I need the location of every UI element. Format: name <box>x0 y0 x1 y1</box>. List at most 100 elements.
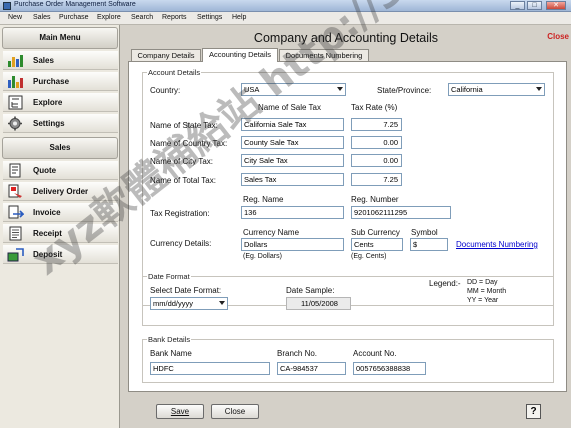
help-icon[interactable]: ? <box>526 404 541 419</box>
chevron-down-icon <box>219 301 225 305</box>
tab-accounting-details[interactable]: Accounting Details <box>202 48 278 62</box>
city-tax-rate-field[interactable]: 0.00 <box>351 154 402 167</box>
sidebar-item-deposit[interactable]: Deposit <box>3 245 118 264</box>
city-tax-name-field[interactable]: City Sale Tax <box>241 154 344 167</box>
sidebar-item-label: Explore <box>33 98 63 107</box>
country-label: Country: <box>150 86 181 95</box>
menu-purchase[interactable]: Purchase <box>59 14 89 21</box>
date-format-label: Date Format <box>147 272 191 281</box>
currency-details-label: Currency Details: <box>150 239 212 248</box>
sidebar-item-purchase[interactable]: Purchase <box>3 72 118 91</box>
state-tax-rate-field[interactable]: 7.25 <box>351 118 402 131</box>
save-button-label: Save <box>170 407 190 416</box>
state-tax-label: Name of State Tax: <box>150 121 218 130</box>
state-select[interactable]: California <box>448 83 545 96</box>
legend-day: DD = Day <box>467 279 498 286</box>
chart-icon <box>8 76 23 88</box>
window-title: Purchase Order Management Software <box>14 1 136 8</box>
country-tax-label: Name of Country Tax: <box>150 139 228 148</box>
tab-panel: Account Details Country: USA State/Provi… <box>128 61 567 392</box>
minimize-button[interactable]: _ <box>510 1 525 10</box>
maximize-button[interactable]: □ <box>527 1 542 10</box>
currency-example-hint: (Eg. Dollars) <box>243 253 282 260</box>
sidebar-item-label: Settings <box>33 119 65 128</box>
date-format-select[interactable]: mm/dd/yyyy <box>150 297 228 310</box>
chevron-down-icon <box>337 87 343 91</box>
bank-details-label: Bank Details <box>147 335 192 344</box>
menu-settings[interactable]: Settings <box>197 14 222 21</box>
close-link[interactable]: Close <box>547 32 569 41</box>
menu-new[interactable]: New <box>8 14 22 21</box>
sidebar-item-delivery-order[interactable]: Delivery Order <box>3 182 118 201</box>
country-value: USA <box>244 85 260 94</box>
total-tax-name-field[interactable]: Sales Tax <box>241 173 344 186</box>
main-menu-header[interactable]: Main Menu <box>2 27 118 49</box>
sidebar: Main Menu Sales Purchase Explore Setting… <box>0 25 120 428</box>
sales-section-header[interactable]: Sales <box>2 137 118 159</box>
sale-tax-name-header: Name of Sale Tax <box>258 103 321 112</box>
date-sample-label: Date Sample: <box>286 286 335 295</box>
symbol-field[interactable]: $ <box>410 238 448 251</box>
save-button[interactable]: Save <box>156 404 204 419</box>
sidebar-item-label: Receipt <box>33 229 62 238</box>
deposit-icon <box>7 248 24 262</box>
branch-no-header: Branch No. <box>277 349 318 358</box>
sidebar-item-invoice[interactable]: Invoice <box>3 203 118 222</box>
date-sample-field: 11/05/2008 <box>286 297 351 310</box>
account-no-header: Account No. <box>353 349 397 358</box>
close-button[interactable]: Close <box>211 404 259 419</box>
menu-search[interactable]: Search <box>131 14 153 21</box>
document-icon <box>9 163 21 178</box>
sidebar-item-label: Deposit <box>33 250 63 259</box>
menu-explore[interactable]: Explore <box>97 14 121 21</box>
bank-name-field[interactable]: HDFC <box>150 362 270 375</box>
chart-icon <box>8 55 23 67</box>
state-tax-name-field[interactable]: California Sale Tax <box>241 118 344 131</box>
sidebar-item-explore[interactable]: Explore <box>3 93 118 112</box>
documents-numbering-link[interactable]: Documents Numbering <box>456 240 538 249</box>
main-panel: Company and Accounting Details Close Com… <box>121 25 571 428</box>
chevron-down-icon <box>536 87 542 91</box>
sub-currency-field[interactable]: Cents <box>351 238 403 251</box>
window-close-button[interactable]: ✕ <box>546 1 566 10</box>
currency-name-field[interactable]: Dollars <box>241 238 344 251</box>
total-tax-rate-field[interactable]: 7.25 <box>351 173 402 186</box>
tax-rate-header: Tax Rate (%) <box>351 103 398 112</box>
symbol-header: Symbol <box>411 228 438 237</box>
bank-name-header: Bank Name <box>150 349 192 358</box>
sidebar-item-label: Quote <box>33 166 57 175</box>
account-details-label: Account Details <box>147 68 202 77</box>
currency-name-header: Currency Name <box>243 228 300 237</box>
sub-currency-example-hint: (Eg. Cents) <box>351 253 387 260</box>
delivery-icon <box>8 184 22 198</box>
branch-no-field[interactable]: CA-984537 <box>277 362 346 375</box>
country-tax-name-field[interactable]: County Sale Tax <box>241 136 344 149</box>
sub-currency-header: Sub Currency <box>351 228 400 237</box>
state-value: California <box>451 85 483 94</box>
sidebar-item-label: Sales <box>33 56 54 65</box>
legend-year: YY = Year <box>467 297 499 304</box>
country-tax-rate-field[interactable]: 0.00 <box>351 136 402 149</box>
sidebar-item-receipt[interactable]: Receipt <box>3 224 118 243</box>
menu-sales[interactable]: Sales <box>33 14 51 21</box>
reg-name-header: Reg. Name <box>243 195 284 204</box>
sidebar-item-sales[interactable]: Sales <box>3 51 118 70</box>
sidebar-item-quote[interactable]: Quote <box>3 161 118 180</box>
reg-number-field[interactable]: 9201062111295 <box>351 206 451 219</box>
sidebar-item-settings[interactable]: Settings <box>3 114 118 133</box>
country-select[interactable]: USA <box>241 83 346 96</box>
select-date-format-label: Select Date Format: <box>150 286 222 295</box>
sidebar-item-label: Purchase <box>33 77 70 86</box>
account-no-field[interactable]: 0057656388838 <box>353 362 426 375</box>
menu-reports[interactable]: Reports <box>162 14 187 21</box>
menu-help[interactable]: Help <box>232 14 246 21</box>
account-details-group <box>142 72 554 306</box>
tree-icon <box>8 95 23 110</box>
city-tax-label: Name of City Tax: <box>150 157 213 166</box>
gear-icon <box>8 116 22 131</box>
legend-label: Legend:- <box>429 279 461 288</box>
app-icon <box>3 2 11 10</box>
reg-name-field[interactable]: 136 <box>241 206 344 219</box>
legend-month: MM = Month <box>467 288 507 295</box>
state-label: State/Province: <box>377 86 432 95</box>
